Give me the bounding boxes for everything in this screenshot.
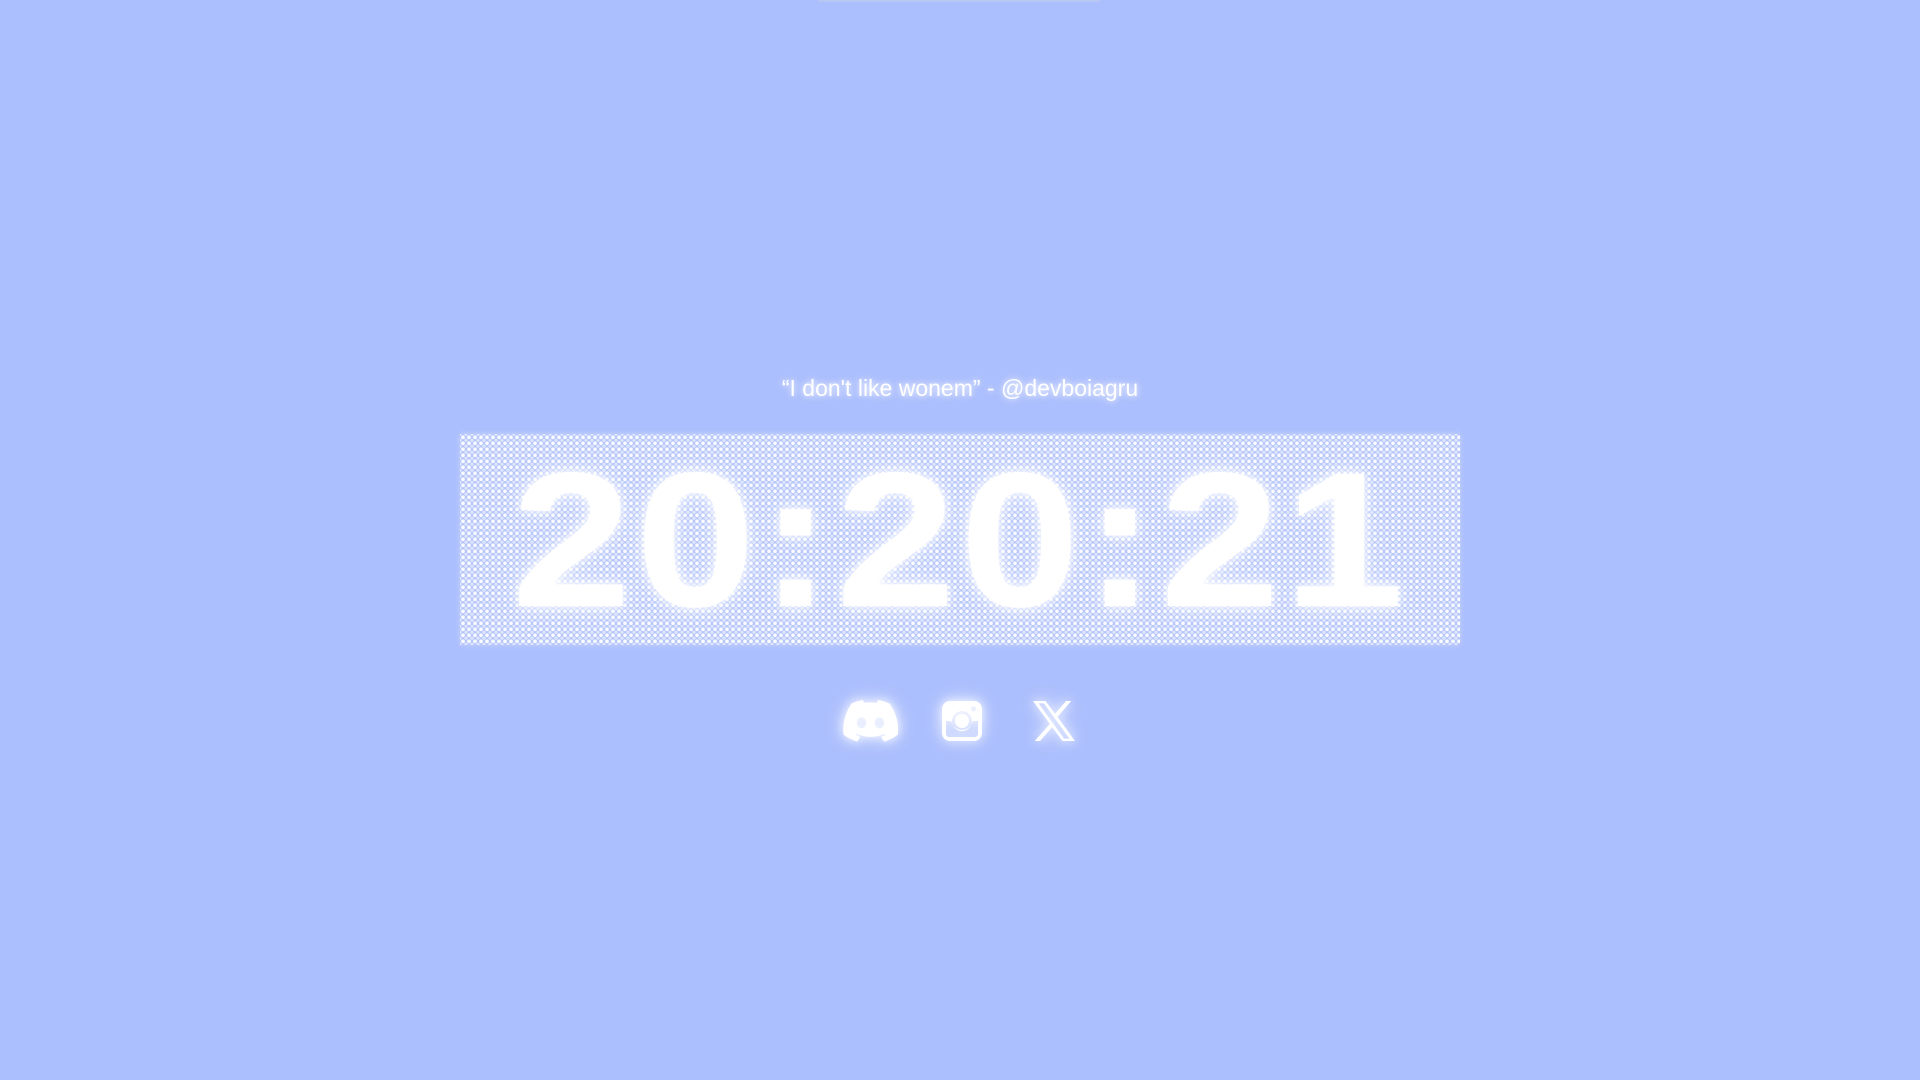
- top-edge-bar: [818, 0, 1100, 2]
- discord-icon: [843, 700, 898, 742]
- clock-time: 20:20:21: [511, 431, 1409, 647]
- clock-panel: 20:20:21: [460, 434, 1460, 645]
- quote-text: “I don't like wonem” - @devboiagru: [781, 375, 1139, 401]
- discord-link[interactable]: [842, 693, 898, 749]
- x-link[interactable]: [1026, 693, 1082, 749]
- instagram-link[interactable]: [934, 693, 990, 749]
- social-links: [0, 693, 1920, 749]
- instagram-icon: [942, 701, 982, 741]
- x-icon: [1033, 701, 1075, 741]
